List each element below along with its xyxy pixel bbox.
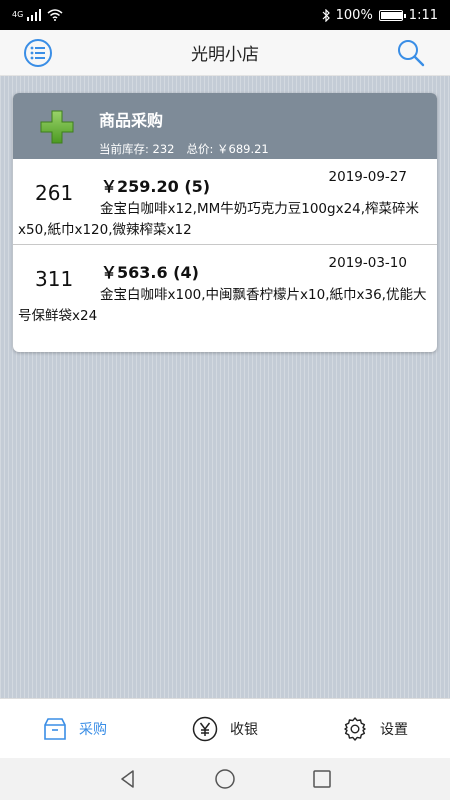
menu-list-icon[interactable] bbox=[24, 39, 52, 67]
purchase-card-header[interactable]: 商品采购 当前库存: 232 总价: ￥689.21 bbox=[13, 93, 437, 159]
status-bar: 4G 100% 1:11 bbox=[0, 0, 450, 30]
content-area: 商品采购 当前库存: 232 总价: ￥689.21 261 ￥259.20 (… bbox=[0, 76, 450, 698]
tab-settings-label: 设置 bbox=[380, 721, 408, 738]
back-icon[interactable] bbox=[118, 769, 138, 789]
recents-icon[interactable] bbox=[312, 769, 332, 789]
box-icon bbox=[44, 717, 66, 740]
purchase-row[interactable]: 261 ￥259.20 (5) 2019-09-27 金宝白咖啡x12,MM牛奶… bbox=[13, 159, 437, 245]
purchase-price: ￥259.20 (5) bbox=[101, 177, 211, 196]
network-type: 4G bbox=[12, 10, 24, 19]
purchase-header-text: 商品采购 当前库存: 232 总价: ￥689.21 bbox=[99, 107, 269, 157]
tab-cashier-label: 收银 bbox=[230, 721, 258, 738]
gear-icon bbox=[344, 716, 366, 741]
purchase-date: 2019-09-27 bbox=[328, 169, 407, 185]
purchase-title: 商品采购 bbox=[99, 111, 164, 130]
status-right: 100% 1:11 bbox=[322, 8, 438, 23]
home-icon[interactable] bbox=[214, 768, 236, 790]
bottom-tab-bar: 采购 收银 设置 bbox=[0, 698, 450, 758]
total-label: 总价: ￥689.21 bbox=[186, 142, 269, 156]
page-title: 光明小店 bbox=[191, 45, 259, 65]
tab-cashier[interactable]: 收银 bbox=[150, 716, 300, 742]
battery-percent: 100% bbox=[335, 7, 373, 23]
purchase-price: ￥563.6 (4) bbox=[101, 263, 199, 282]
battery-icon bbox=[378, 9, 406, 21]
system-nav-bar bbox=[0, 758, 450, 800]
yen-icon bbox=[192, 716, 218, 741]
search-icon[interactable] bbox=[396, 38, 426, 68]
bluetooth-icon bbox=[322, 8, 330, 22]
tab-purchase-label: 采购 bbox=[79, 721, 107, 738]
purchase-card: 商品采购 当前库存: 232 总价: ￥689.21 261 ￥259.20 (… bbox=[13, 93, 437, 352]
purchase-summary: 当前库存: 232 总价: ￥689.21 bbox=[99, 141, 269, 157]
tab-settings[interactable]: 设置 bbox=[300, 716, 450, 742]
stock-label: 当前库存: 232 bbox=[99, 142, 175, 156]
clock: 1:11 bbox=[408, 7, 438, 23]
add-plus-icon[interactable] bbox=[39, 109, 75, 145]
tab-purchase[interactable]: 采购 bbox=[0, 717, 150, 740]
wifi-icon bbox=[47, 9, 63, 21]
app-bar: 光明小店 bbox=[0, 30, 450, 76]
purchase-items: 金宝白咖啡x100,中闽飘香柠檬片x10,紙巾x36,优能大号保鲜袋x24 bbox=[18, 287, 427, 324]
purchase-date: 2019-03-10 bbox=[328, 255, 407, 271]
purchase-row[interactable]: 311 ￥563.6 (4) 2019-03-10 金宝白咖啡x100,中闽飘香… bbox=[13, 245, 437, 331]
signal-icon bbox=[27, 9, 42, 21]
status-left: 4G bbox=[12, 9, 63, 21]
purchase-items: 金宝白咖啡x12,MM牛奶巧克力豆100gx24,榨菜碎米x50,紙巾x120,… bbox=[18, 201, 420, 238]
